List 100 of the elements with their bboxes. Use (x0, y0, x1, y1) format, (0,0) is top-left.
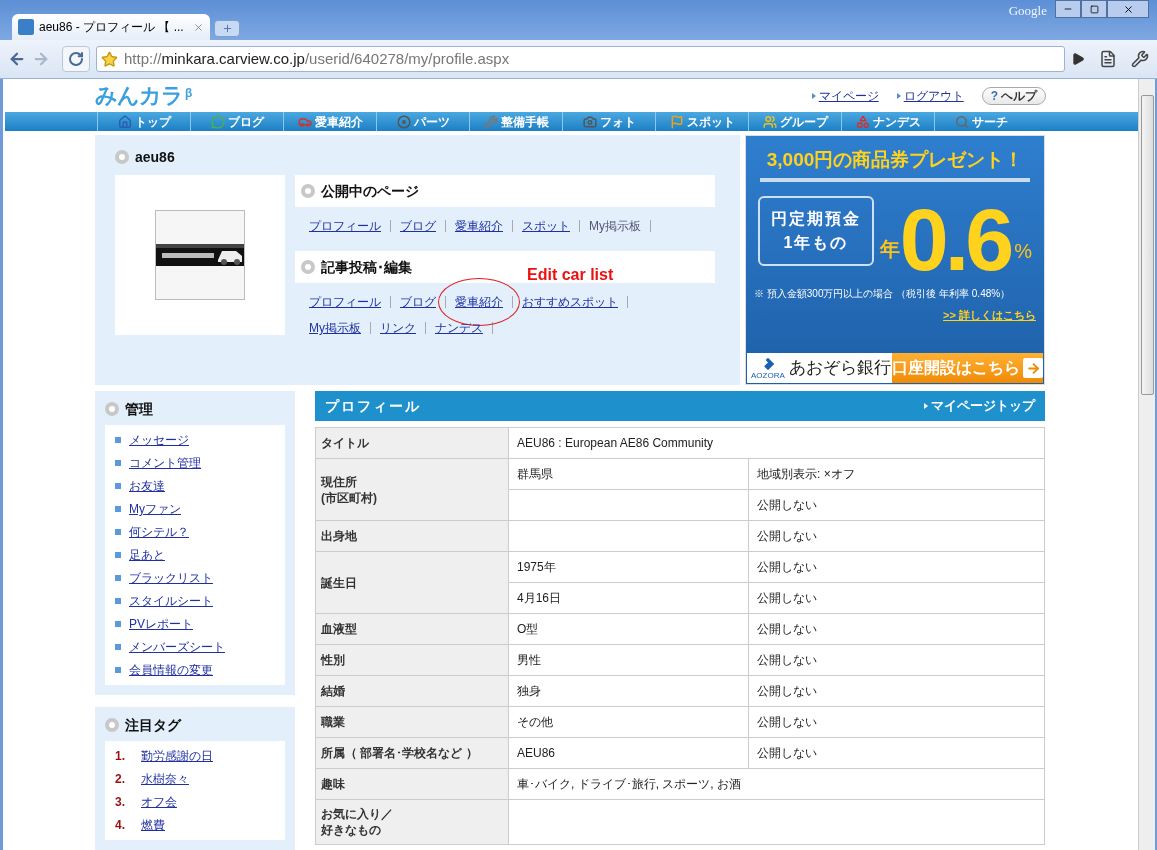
page-link[interactable]: おすすめスポット (522, 295, 618, 309)
square-bullet-icon (115, 667, 121, 673)
panel-title: 注目タグ (125, 715, 181, 735)
minimize-button[interactable] (1055, 0, 1081, 18)
bank-name: あおぞら銀行 (788, 357, 891, 380)
details-link[interactable]: >> 詳しくはこちら (943, 307, 1036, 324)
square-bullet-icon (115, 483, 121, 489)
flag-icon (669, 114, 684, 129)
page-link[interactable]: リンク (380, 321, 416, 335)
field-value: O型 (517, 621, 539, 638)
square-bullet-icon (115, 506, 121, 512)
help-button[interactable]: ? ヘルプ (981, 86, 1046, 105)
page-link[interactable]: プロフィール (309, 219, 381, 233)
row-label: 結婚 (321, 683, 345, 699)
help-mark: ? (990, 87, 998, 105)
sidebar-link[interactable]: Myファン (129, 500, 181, 518)
reload-icon (68, 51, 84, 67)
page-link[interactable]: スポット (522, 219, 570, 233)
tag-link[interactable]: 勤労感謝の日 (141, 747, 213, 765)
visibility-setting: 公開しない (757, 590, 817, 607)
field-value: 4月16日 (517, 590, 562, 607)
ad-note: ※ 預入金額300万円以上の場合 （税引後 年利率 0.48%） (753, 287, 1012, 301)
tag-link[interactable]: 水樹奈々 (141, 770, 189, 788)
field-value: 男性 (517, 652, 541, 669)
sidebar-link[interactable]: PVレポート (129, 615, 193, 633)
scrollbar-thumb[interactable] (1140, 95, 1154, 395)
wrench-icon (483, 114, 498, 129)
field-value: AEU86 (517, 745, 556, 762)
panel-title: 管理 (125, 399, 153, 419)
row-label: 血液型 (321, 621, 357, 637)
browser-tab[interactable]: aeu86 - プロフィール 【 ... (12, 14, 210, 40)
page-link[interactable]: 愛車紹介 (455, 295, 503, 309)
back-icon[interactable] (8, 50, 26, 68)
row-label: 職業 (321, 714, 345, 730)
people-icon (762, 114, 777, 129)
row-label: お気に入り／ 好きなもの (321, 806, 393, 838)
rank-number: 2. (115, 771, 126, 788)
product-label: 円定期預金 (770, 209, 861, 229)
visibility-setting: 公開しない (757, 745, 817, 762)
page-link[interactable]: ブログ (400, 219, 436, 233)
visibility-setting: 公開しない (757, 497, 817, 514)
row-label: タイトル (321, 435, 369, 451)
rate-value: 0.6 (899, 196, 1011, 284)
square-bullet-icon (115, 437, 121, 443)
row-label: 性別 (321, 652, 345, 668)
sidebar-link[interactable]: 会員情報の変更 (129, 661, 213, 679)
square-bullet-icon (115, 598, 121, 604)
visibility-setting: 公開しない (757, 621, 817, 638)
tag-link[interactable]: 燃費 (141, 816, 165, 834)
new-tab-button[interactable] (214, 20, 240, 37)
url-text: http://minkara.carview.co.jp/userid/640278/my/profile.aspx (124, 48, 510, 69)
page-link[interactable]: 愛車紹介 (455, 219, 503, 233)
forward-icon[interactable] (32, 50, 50, 68)
sidebar-link[interactable]: コメント管理 (129, 454, 201, 472)
wrench-menu-icon[interactable] (1131, 50, 1149, 68)
page-link[interactable]: My掲示板 (309, 321, 361, 335)
go-icon[interactable] (1071, 52, 1085, 66)
header-link[interactable]: マイページ (811, 86, 879, 105)
close-icon[interactable] (193, 21, 204, 33)
camera-icon (582, 114, 597, 129)
page-menu-icon[interactable] (1099, 50, 1117, 68)
field-value: その他 (517, 714, 553, 731)
page-link[interactable]: プロフィール (309, 295, 381, 309)
square-bullet-icon (115, 575, 121, 581)
close-button[interactable] (1107, 0, 1149, 18)
sidebar-link[interactable]: メンバーズシート (129, 638, 225, 656)
profile-title: プロフィール (325, 396, 421, 416)
tag-link[interactable]: オフ会 (141, 793, 177, 811)
row-label: 所属（ 部署名･学校名など ） (321, 745, 478, 761)
address-bar[interactable]: http://minkara.carview.co.jp/userid/640278/my/profile.aspx (96, 46, 1065, 72)
mypage-top-link[interactable]: マイページトップ (924, 396, 1035, 416)
wheel-icon (396, 114, 411, 129)
field-value: 1975年 (517, 559, 556, 576)
sidebar-link[interactable]: ブラックリスト (129, 569, 213, 587)
annotation-text: Edit car list (527, 265, 614, 285)
sidebar-link[interactable]: 足あと (129, 546, 165, 564)
rank-number: 1. (115, 748, 126, 765)
sidebar-link[interactable]: メッセージ (129, 431, 189, 449)
section-title: 記事投稿･編集 (321, 257, 412, 277)
row-label: 誕生日 (321, 574, 357, 591)
blocks-icon (855, 114, 870, 129)
chat-bubble-icon (210, 114, 225, 129)
maximize-icon (1089, 4, 1099, 14)
scrollbar[interactable] (1138, 79, 1155, 850)
reload-button[interactable] (62, 46, 90, 72)
visibility-setting: 公開しない (757, 652, 817, 669)
sidebar-link[interactable]: スタイルシート (129, 592, 213, 610)
visibility-setting: 公開しない (757, 714, 817, 731)
sidebar-link[interactable]: 何シテル？ (129, 523, 189, 541)
maximize-button[interactable] (1081, 0, 1107, 18)
header-link[interactable]: ログアウト (896, 86, 964, 105)
product-label: 1年もの (783, 233, 849, 253)
bookmark-star-icon[interactable] (101, 50, 118, 68)
field-value: 車･バイク, ドライブ･旅行, スポーツ, お酒 (517, 776, 741, 793)
square-bullet-icon (115, 552, 121, 558)
sidebar-link[interactable]: お友達 (129, 477, 165, 495)
rate-unit: % (1014, 239, 1032, 264)
bank-mark: AOZORA (751, 370, 785, 380)
rank-number: 4. (115, 817, 126, 834)
page-link[interactable]: ブログ (400, 295, 436, 309)
